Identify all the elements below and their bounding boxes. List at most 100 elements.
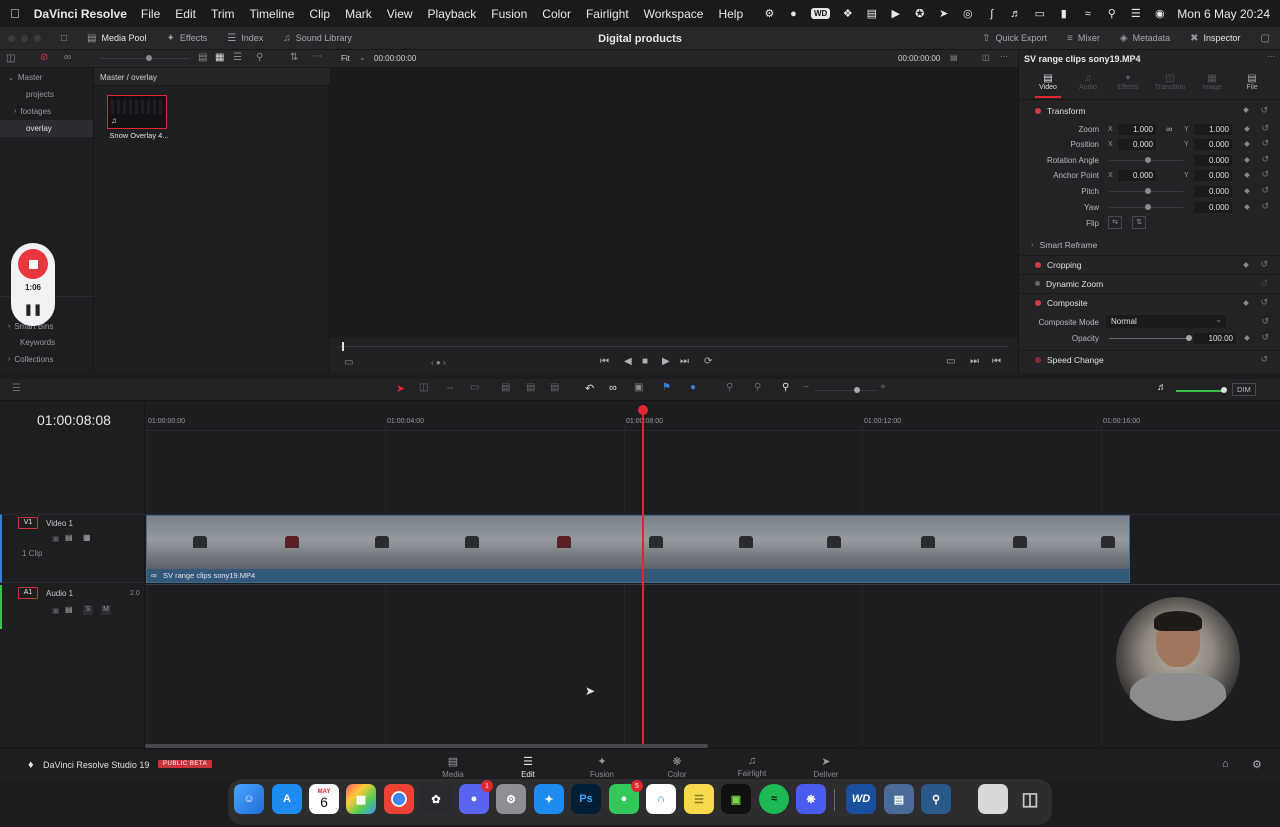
- render-cache-icon[interactable]: ▤: [950, 53, 958, 62]
- keyframe-icon[interactable]: [1244, 204, 1250, 210]
- stop-recording-button[interactable]: [18, 249, 48, 279]
- menu-view[interactable]: View: [387, 7, 413, 21]
- page-deliver[interactable]: ➤ Deliver: [796, 755, 856, 779]
- position-x-input[interactable]: 0.000: [1118, 138, 1156, 150]
- perplexity-icon[interactable]: ❋: [796, 784, 826, 814]
- wifi-icon[interactable]: ≈: [1081, 7, 1094, 20]
- bin-overlay[interactable]: overlay: [0, 120, 93, 137]
- play-reverse-icon[interactable]: ◀: [624, 356, 632, 367]
- bluetooth-icon[interactable]: ∫: [985, 7, 998, 20]
- system-settings-icon[interactable]: ⚙: [496, 784, 526, 814]
- window-zoom-button[interactable]: [34, 34, 41, 42]
- menu-file[interactable]: File: [141, 7, 160, 21]
- previous-edit-icon[interactable]: ⏮: [992, 356, 1001, 367]
- link-icon[interactable]: ∞: [64, 52, 71, 63]
- tab-transition[interactable]: ◫ Transition: [1151, 73, 1189, 91]
- more-options-icon[interactable]: ⋯: [1267, 52, 1275, 61]
- anchor-x-input[interactable]: 0.000: [1118, 169, 1156, 181]
- window-close-button[interactable]: [8, 34, 15, 42]
- sound-library-button[interactable]: ♫ Sound Library: [273, 27, 362, 50]
- play-status-icon[interactable]: ▶: [889, 7, 902, 20]
- search-icon[interactable]: ⚲: [1105, 7, 1118, 20]
- list-view-icon[interactable]: ☰: [233, 52, 242, 63]
- keywords-bin[interactable]: Keywords: [0, 334, 55, 351]
- panel-toggle-icon[interactable]: □: [51, 27, 77, 50]
- linked-selection-icon[interactable]: ∞: [609, 382, 617, 394]
- reset-icon[interactable]: ↺: [1260, 297, 1268, 308]
- flag-icon[interactable]: ⚑: [662, 382, 671, 393]
- thumbnail-size-slider[interactable]: [100, 58, 190, 59]
- link-icon[interactable]: ∞: [1166, 124, 1172, 134]
- menu-playback[interactable]: Playback: [428, 7, 477, 21]
- zoom-in-icon[interactable]: +: [880, 382, 886, 393]
- audio-track-badge[interactable]: A1: [18, 587, 38, 599]
- timeline-ruler[interactable]: 01:00:00:00 01:00:04:00 01:00:08:00 01:0…: [145, 407, 1280, 431]
- mute-button[interactable]: M: [101, 605, 111, 615]
- anchor-y-input[interactable]: 0.000: [1194, 169, 1232, 181]
- menu-color[interactable]: Color: [542, 7, 571, 21]
- menu-clip[interactable]: Clip: [309, 7, 330, 21]
- more-options-icon[interactable]: ⋯: [312, 51, 322, 62]
- play-icon[interactable]: ▶: [662, 356, 670, 367]
- scrubber-head[interactable]: [342, 342, 344, 351]
- auto-select-icon[interactable]: ▤: [65, 605, 73, 614]
- clip-thumbnail[interactable]: ♫: [107, 95, 167, 129]
- playhead-handle[interactable]: [638, 405, 648, 415]
- rocket-icon[interactable]: ➤: [937, 7, 950, 20]
- auto-select-icon[interactable]: ▤: [65, 533, 73, 542]
- creative-cloud-icon[interactable]: ●: [787, 7, 800, 20]
- dual-viewer-icon[interactable]: ◫: [982, 53, 990, 62]
- menu-help[interactable]: Help: [718, 7, 743, 21]
- reset-icon[interactable]: ↺: [1260, 105, 1268, 116]
- inspector-button[interactable]: ✖ Inspector: [1180, 27, 1250, 50]
- index-button[interactable]: ☰ Index: [217, 27, 273, 50]
- dim-button[interactable]: DIM: [1232, 383, 1256, 396]
- notes-icon[interactable]: ☰: [684, 784, 714, 814]
- control-center-icon[interactable]: ☰: [1129, 7, 1142, 20]
- tab-audio[interactable]: ♫ Audio: [1073, 73, 1103, 91]
- composite-enable-toggle[interactable]: [1035, 299, 1041, 306]
- transform-section-header[interactable]: Transform: [1025, 102, 1275, 119]
- pitch-slider-handle[interactable]: [1145, 188, 1151, 194]
- zoom-out-icon[interactable]: −: [803, 382, 809, 393]
- zoom-full-icon[interactable]: ⚲: [726, 382, 733, 393]
- page-fairlight[interactable]: ♫ Fairlight: [722, 755, 782, 778]
- go-to-start-icon[interactable]: ⏮: [600, 356, 609, 367]
- keyframe-icon[interactable]: [1244, 157, 1250, 163]
- timeline-zoom-handle[interactable]: [854, 387, 860, 393]
- lock-icon[interactable]: ▣: [52, 606, 60, 615]
- app-menu[interactable]: DaVinci Resolve: [34, 7, 127, 21]
- cropping-enable-toggle[interactable]: [1035, 261, 1041, 268]
- menu-trim[interactable]: Trim: [211, 7, 235, 21]
- playhead[interactable]: [642, 407, 644, 745]
- home-icon[interactable]: ⌂: [1222, 758, 1229, 770]
- timeline-zoom-slider[interactable]: [815, 390, 877, 391]
- master-volume-slider[interactable]: [1176, 390, 1224, 392]
- messages-icon[interactable]: ● 5: [609, 780, 643, 814]
- reset-icon[interactable]: ↺: [1261, 316, 1269, 327]
- dropbox-icon[interactable]: ❖: [841, 7, 854, 20]
- zoom-y-input[interactable]: 1.000: [1194, 123, 1232, 135]
- smart-reframe-section-header[interactable]: › Smart Reframe: [1025, 236, 1275, 253]
- rotation-input[interactable]: 0.000: [1194, 154, 1232, 166]
- launchpad-icon[interactable]: ▦: [346, 784, 376, 814]
- tab-image[interactable]: ▦ Image: [1197, 73, 1227, 91]
- cropping-section-header[interactable]: Cropping: [1025, 256, 1275, 273]
- reset-icon[interactable]: ↺: [1261, 123, 1269, 134]
- viewer-screen[interactable]: [330, 68, 1018, 338]
- image-capture-icon[interactable]: ▤: [884, 784, 914, 814]
- volume-icon[interactable]: ♬: [1009, 7, 1022, 20]
- timeline-view-options-icon[interactable]: ☰: [12, 383, 21, 394]
- pitch-input[interactable]: 0.000: [1194, 185, 1232, 197]
- reset-icon[interactable]: ↺: [1261, 154, 1269, 165]
- expand-icon[interactable]: ▢: [1251, 27, 1280, 50]
- tab-video[interactable]: ▤ Video: [1033, 73, 1063, 91]
- speed-change-section-header[interactable]: Speed Change: [1025, 351, 1275, 368]
- reset-icon[interactable]: ↺: [1261, 185, 1269, 196]
- davinci-resolve-icon[interactable]: ✿: [421, 784, 451, 814]
- solo-button[interactable]: S: [83, 605, 93, 615]
- arc-icon[interactable]: ∩: [646, 784, 676, 814]
- chrome-icon[interactable]: [384, 784, 414, 814]
- volume-icon[interactable]: ♬: [1157, 382, 1167, 393]
- lock-icon[interactable]: ▣: [52, 534, 60, 543]
